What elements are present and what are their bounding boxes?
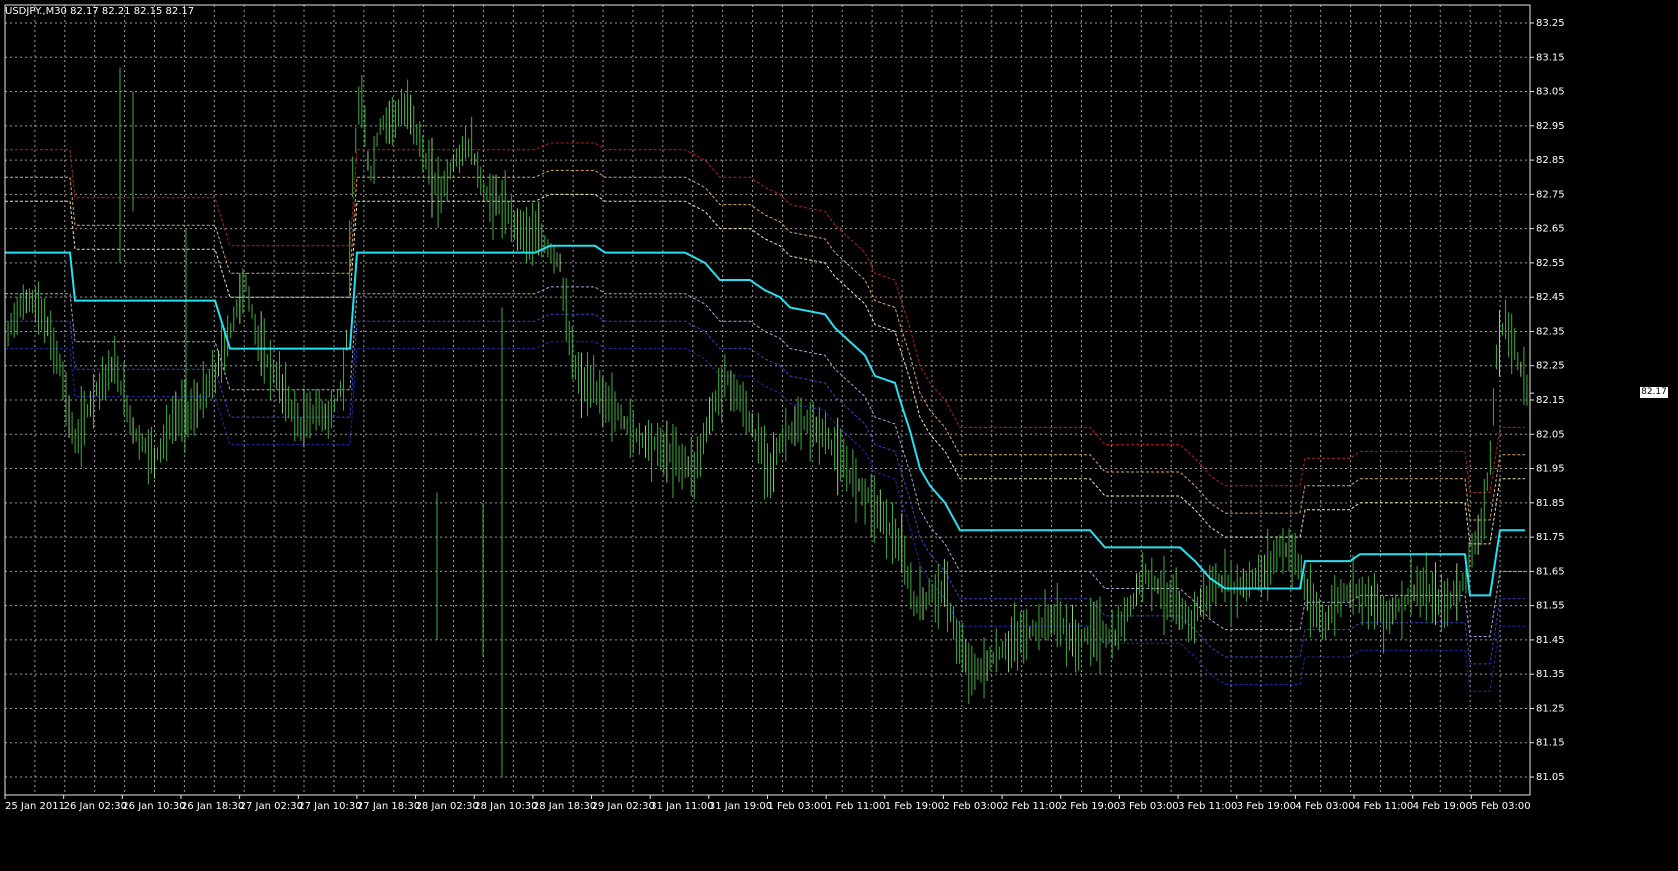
grid-layer (5, 5, 1530, 795)
x-tick-label: 3 Feb 03:00 (1119, 801, 1178, 812)
band-upper-mid (5, 169, 1525, 521)
band-upper-outer (5, 142, 1525, 493)
y-tick-label: 82.05 (1536, 429, 1565, 440)
y-tick-label: 83.05 (1536, 87, 1565, 98)
x-tick-label: 26 Jan 10:30 (122, 801, 185, 812)
y-tick-label: 81.35 (1536, 669, 1565, 680)
y-tick-label: 81.45 (1536, 635, 1565, 646)
band-lower-inner (5, 286, 1525, 637)
x-tick-label: 28 Jan 10:30 (474, 801, 537, 812)
x-tick-label: 1 Feb 03:00 (768, 801, 827, 812)
x-tick-label: 26 Jan 02:30 (64, 801, 127, 812)
band-lower-mid (5, 313, 1525, 665)
x-tick-label: 3 Feb 19:00 (1237, 801, 1296, 812)
chart-window[interactable]: 83.25 83.15 83.05 82.95 82.85 82.75 82.65 82.55… (0, 0, 1678, 871)
symbol-name: USDJPY.,M30 (5, 6, 67, 17)
y-tick-label: 81.55 (1536, 601, 1565, 612)
x-tick-label: 2 Feb 03:00 (943, 801, 1002, 812)
price-bars (4, 67, 1528, 777)
y-tick-label: 83.25 (1536, 18, 1565, 29)
x-tick-label: 1 Feb 11:00 (826, 801, 885, 812)
x-tick-label: 25 Jan 2011 (5, 801, 65, 812)
ohlc-values: 82.17 82.21 82.15 82.17 (70, 6, 195, 17)
y-tick-label: 82.25 (1536, 361, 1565, 372)
channel-midline (5, 244, 1525, 597)
x-tick-label: 3 Feb 11:00 (1178, 801, 1237, 812)
symbol-ohlc-label: USDJPY.,M30 82.17 82.21 82.15 82.17 (5, 6, 194, 17)
y-tick-label: 82.65 (1536, 224, 1565, 235)
x-tick-label: 27 Jan 10:30 (298, 801, 361, 812)
current-price-tag: 82.17 (1640, 387, 1668, 399)
x-tick-label: 2 Feb 19:00 (1061, 801, 1120, 812)
y-tick-label: 81.65 (1536, 566, 1565, 577)
y-tick-label: 82.15 (1536, 395, 1565, 406)
x-tick-label: 28 Jan 18:30 (533, 801, 596, 812)
midline-series (5, 244, 1525, 597)
x-tick-label: 4 Feb 03:00 (1295, 801, 1354, 812)
y-tick-label: 82.85 (1536, 155, 1565, 166)
x-tick-label: 31 Jan 19:00 (709, 801, 772, 812)
band-lower-outer (5, 341, 1525, 692)
band-upper-inner (5, 193, 1525, 545)
x-tick-label: 27 Jan 18:30 (357, 801, 420, 812)
y-tick-label: 82.95 (1536, 121, 1565, 132)
x-tick-label: 27 Jan 02:30 (240, 801, 303, 812)
x-tick-label: 2 Feb 11:00 (1002, 801, 1061, 812)
channel-bands (5, 142, 1525, 692)
x-tick-label: 4 Feb 11:00 (1354, 801, 1413, 812)
y-tick-label: 83.15 (1536, 52, 1565, 63)
y-tick-label: 81.75 (1536, 532, 1565, 543)
y-tick-label: 81.25 (1536, 703, 1565, 714)
x-tick-label: 28 Jan 02:30 (416, 801, 479, 812)
y-tick-label: 82.75 (1536, 189, 1565, 200)
y-tick-label: 81.15 (1536, 738, 1565, 749)
y-tick-label: 81.95 (1536, 464, 1565, 475)
price-chart[interactable]: 83.25 83.15 83.05 82.95 82.85 82.75 82.65 82.55… (0, 0, 1678, 871)
y-tick-label: 82.55 (1536, 258, 1565, 269)
x-tick-label: 5 Feb 03:00 (1471, 801, 1530, 812)
x-tick-label: 1 Feb 19:00 (885, 801, 944, 812)
x-tick-label: 31 Jan 11:00 (650, 801, 713, 812)
y-tick-label: 82.35 (1536, 326, 1565, 337)
x-tick-label: 4 Feb 19:00 (1413, 801, 1472, 812)
y-tick-label: 81.85 (1536, 498, 1565, 509)
y-tick-label: 81.05 (1536, 772, 1565, 783)
y-tick-label: 82.45 (1536, 292, 1565, 303)
x-tick-label: 29 Jan 02:30 (592, 801, 655, 812)
x-tick-label: 26 Jan 18:30 (181, 801, 244, 812)
